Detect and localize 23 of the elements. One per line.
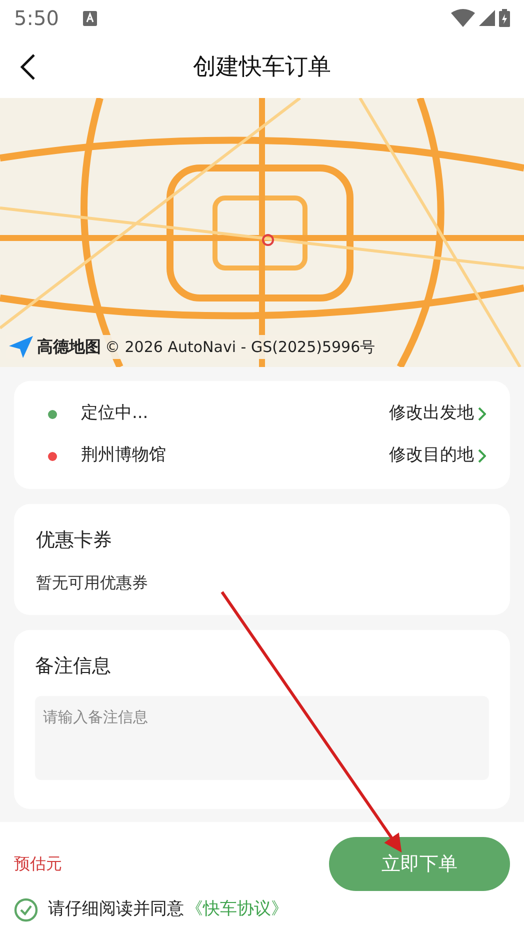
battery-icon	[499, 9, 510, 27]
back-button[interactable]	[20, 53, 36, 81]
chevron-right-icon	[478, 407, 486, 421]
keyboard-icon	[82, 10, 97, 26]
section-title: 备注信息	[35, 654, 112, 678]
wifi-icon	[451, 9, 475, 27]
edit-location-link[interactable]: 修改出发地	[389, 401, 486, 427]
agreement-text: 请仔细阅读并同意	[48, 898, 184, 921]
edit-location-link[interactable]: 修改目的地	[389, 443, 486, 469]
chevron-right-icon	[478, 449, 486, 463]
remark-field[interactable]: 请输入备注信息	[35, 696, 489, 780]
map-logo-icon	[9, 336, 33, 358]
coupon-note: 暂无可用优惠券	[36, 572, 149, 594]
page-title: 创建快车订单	[193, 52, 331, 82]
map-logo-text: 高德地图	[37, 336, 101, 358]
map-attribution: © 2026 AutoNavi - GS(2025)5996号	[105, 336, 376, 358]
price-estimate: 预估元	[14, 853, 62, 875]
place-name: 定位中...	[81, 402, 148, 426]
signal-icon	[479, 10, 495, 26]
section-title: 优惠卡券	[36, 528, 113, 553]
agreement-checkbox[interactable]	[14, 898, 38, 922]
status-time: 5:50	[14, 5, 59, 32]
place-name: 荆州博物馆	[81, 444, 166, 468]
